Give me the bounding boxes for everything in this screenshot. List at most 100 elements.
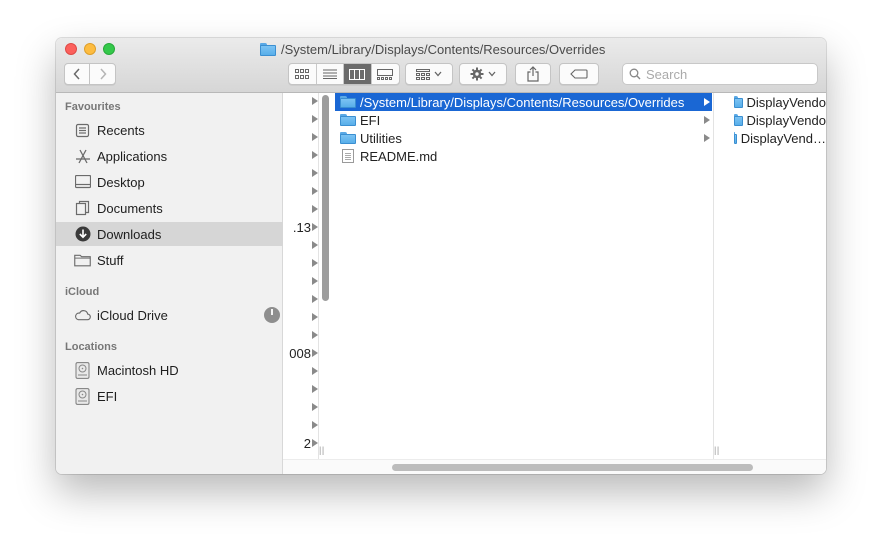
list-item[interactable] xyxy=(283,327,318,345)
list-item[interactable] xyxy=(283,363,318,381)
list-item[interactable] xyxy=(283,147,318,165)
sidebar-item-macintosh-hd[interactable]: Macintosh HD xyxy=(56,358,283,382)
browser-column-2: /System/Library/Displays/Contents/Resour… xyxy=(333,93,714,474)
search-placeholder: Search xyxy=(646,66,688,82)
sidebar-item-downloads[interactable]: Downloads xyxy=(56,222,283,246)
sidebar-item-stuff[interactable]: Stuff xyxy=(56,248,283,272)
icon-view-button[interactable] xyxy=(289,64,317,84)
list-item-label: README.md xyxy=(360,148,438,164)
sidebar-item-icloud-drive[interactable]: iCloud Drive xyxy=(56,303,283,327)
list-item[interactable]: DisplayVendo xyxy=(729,111,826,129)
list-item[interactable] xyxy=(283,201,318,219)
forward-button[interactable] xyxy=(90,64,115,84)
list-item[interactable] xyxy=(283,291,318,309)
gallery-view-button[interactable] xyxy=(372,64,399,84)
list-item[interactable] xyxy=(283,129,318,147)
applications-icon xyxy=(74,148,91,165)
search-icon xyxy=(629,68,641,80)
back-button[interactable] xyxy=(65,64,91,84)
list-item-utilities[interactable]: Utilities xyxy=(335,129,712,147)
downloads-icon xyxy=(74,226,91,243)
list-item-label: EFI xyxy=(360,112,381,128)
gear-icon xyxy=(470,67,484,81)
titlebar: /System/Library/Displays/Contents/Resour… xyxy=(56,38,826,93)
horizontal-scrollbar[interactable] xyxy=(283,459,826,474)
finder-window: /System/Library/Displays/Contents/Resour… xyxy=(56,38,826,474)
list-item[interactable] xyxy=(283,273,318,291)
folder-icon xyxy=(340,131,356,145)
list-item-label: Utilities xyxy=(360,130,402,146)
list-item[interactable] xyxy=(283,381,318,399)
tag-button[interactable] xyxy=(559,63,599,85)
list-item[interactable] xyxy=(283,111,318,129)
list-view-button[interactable] xyxy=(317,64,344,84)
sidebar-item-recents[interactable]: Recents xyxy=(56,118,283,142)
list-item[interactable]: 2 xyxy=(283,435,318,453)
browser-column-1: .13 008 2 xyxy=(283,93,319,474)
sidebar-header-icloud: iCloud xyxy=(65,286,100,298)
folder-icon xyxy=(734,95,743,109)
folder-icon xyxy=(734,131,737,145)
minimize-button[interactable] xyxy=(84,43,96,55)
grid-icon xyxy=(295,69,310,79)
list-item-label: DisplayVendo xyxy=(746,94,827,110)
chevron-down-icon xyxy=(434,71,442,77)
sidebar-header-locations: Locations xyxy=(65,341,117,353)
columns-icon xyxy=(349,68,366,80)
list-item[interactable] xyxy=(283,399,318,417)
folder-icon xyxy=(340,95,356,109)
disk-icon xyxy=(74,387,91,405)
list-item[interactable] xyxy=(283,255,318,273)
sidebar-item-label: Applications xyxy=(97,148,168,164)
disclosure-arrow-icon xyxy=(704,98,710,106)
column-1-scrollbar[interactable] xyxy=(322,95,329,301)
list-item[interactable]: DisplayVend… xyxy=(729,129,826,147)
gallery-icon xyxy=(377,68,394,80)
view-mode-segmented-control xyxy=(288,63,400,85)
folder-icon xyxy=(340,113,356,127)
sidebar-item-label: Documents xyxy=(97,200,163,216)
list-item[interactable] xyxy=(283,309,318,327)
window-title-text: /System/Library/Displays/Contents/Resour… xyxy=(281,42,606,57)
sidebar-item-label: Downloads xyxy=(97,226,162,242)
sidebar-item-label: Desktop xyxy=(97,174,145,190)
group-by-button[interactable] xyxy=(405,63,453,85)
column-resize-handle[interactable]: | | xyxy=(319,445,324,455)
list-item[interactable]: 008 xyxy=(283,345,318,363)
list-item[interactable] xyxy=(283,237,318,255)
horizontal-scrollbar-thumb[interactable] xyxy=(392,464,753,471)
list-item-label: 008 xyxy=(289,346,311,361)
list-item[interactable] xyxy=(283,417,318,435)
navigation-buttons xyxy=(64,63,116,85)
list-item-label: DisplayVend… xyxy=(740,130,826,146)
chevron-down-icon xyxy=(488,71,496,77)
browser-column-3: DisplayVendo DisplayVendo DisplayVend… xyxy=(727,93,826,474)
list-item[interactable] xyxy=(283,183,318,201)
list-item[interactable] xyxy=(283,165,318,183)
folder-icon xyxy=(74,252,91,269)
list-item[interactable]: DisplayVendo xyxy=(729,93,826,111)
column-view-button[interactable] xyxy=(344,64,372,84)
sidebar-header-favourites: Favourites xyxy=(65,101,121,113)
zoom-button[interactable] xyxy=(103,43,115,55)
list-item-overrides[interactable]: /System/Library/Displays/Contents/Resour… xyxy=(335,93,712,111)
sidebar-item-desktop[interactable]: Desktop xyxy=(56,170,283,194)
list-item-readme[interactable]: README.md xyxy=(335,147,712,165)
list-item[interactable] xyxy=(283,93,318,111)
disk-icon xyxy=(74,361,91,379)
share-icon xyxy=(527,66,539,82)
sidebar-item-label: Macintosh HD xyxy=(97,362,179,378)
list-item[interactable]: .13 xyxy=(283,219,318,237)
share-button[interactable] xyxy=(515,63,551,85)
close-button[interactable] xyxy=(65,43,77,55)
search-field[interactable]: Search xyxy=(622,63,818,85)
group-icon xyxy=(416,68,430,80)
sidebar-item-applications[interactable]: Applications xyxy=(56,144,283,168)
sidebar-item-efi[interactable]: EFI xyxy=(56,384,283,408)
action-menu-button[interactable] xyxy=(459,63,507,85)
list-item-label: 2 xyxy=(303,436,311,451)
list-item-efi[interactable]: EFI xyxy=(335,111,712,129)
column-resize-handle[interactable]: | | xyxy=(714,445,719,455)
sidebar-item-documents[interactable]: Documents xyxy=(56,196,283,220)
desktop-icon xyxy=(74,174,91,191)
